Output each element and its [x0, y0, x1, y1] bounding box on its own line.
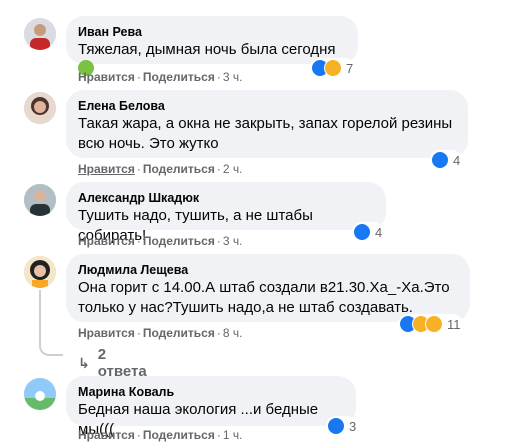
comment-author[interactable]: Александр Шкадюк	[78, 190, 374, 206]
reaction-count: 11	[447, 316, 461, 332]
share-button[interactable]: Поделиться	[143, 234, 215, 248]
comment-actions: Нравится · Поделиться · 1 ч.	[78, 428, 243, 442]
thread-connector	[39, 336, 63, 356]
wow-icon	[425, 315, 443, 333]
timestamp[interactable]: 1 ч.	[223, 428, 243, 442]
comment-bubble: Александр Шкадюк Тушить надо, тушить, а …	[66, 182, 386, 244]
comment-actions: Нравится · Поделиться · 8 ч.	[78, 326, 243, 340]
like-icon	[327, 417, 345, 435]
like-button[interactable]: Нравится	[78, 234, 135, 248]
comment-bubble: Марина Коваль Бедная наша экология ...и …	[66, 376, 356, 438]
like-icon	[353, 223, 371, 241]
view-replies-link[interactable]: ↳ 2 ответа	[78, 346, 147, 380]
avatar[interactable]	[24, 256, 56, 288]
share-button[interactable]: Поделиться	[143, 162, 215, 176]
like-button[interactable]: Нравится	[78, 326, 135, 340]
comment-author[interactable]: Иван Рева	[78, 24, 346, 40]
comment-text: Такая жара, а окна не закрыть, запах гор…	[78, 115, 453, 152]
reaction-count: 4	[375, 224, 383, 240]
like-button[interactable]: Нравится	[78, 428, 135, 442]
sad-icon	[324, 59, 342, 77]
reaction-count: 3	[349, 418, 357, 434]
comment-actions: Нравится · Поделиться · 3 ч.	[78, 70, 243, 84]
share-button[interactable]: Поделиться	[143, 70, 215, 84]
reaction-summary[interactable]: 11	[398, 314, 463, 334]
like-button[interactable]: Нравится	[78, 162, 135, 176]
share-button[interactable]: Поделиться	[143, 326, 215, 340]
timestamp[interactable]: 8 ч.	[223, 326, 243, 340]
reaction-summary[interactable]: 4	[352, 222, 385, 242]
share-button[interactable]: Поделиться	[143, 428, 215, 442]
reaction-count: 4	[453, 152, 461, 168]
comment-bubble: Елена Белова Такая жара, а окна не закры…	[66, 90, 468, 158]
comment-author[interactable]: Людмила Лещева	[78, 262, 458, 278]
reply-arrow-icon: ↳	[78, 354, 90, 371]
avatar[interactable]	[24, 378, 56, 410]
like-icon	[431, 151, 449, 169]
timestamp[interactable]: 3 ч.	[223, 70, 243, 84]
comment-text: Она горит с 14.00.А штаб создали в21.30.…	[78, 279, 450, 316]
avatar[interactable]	[24, 184, 56, 216]
reaction-count: 7	[346, 60, 354, 76]
replies-label: 2 ответа	[97, 346, 147, 380]
comment-bubble: Людмила Лещева Она горит с 14.00.А штаб …	[66, 254, 470, 322]
comment-actions: Нравится · Поделиться · 3 ч.	[78, 234, 243, 248]
timestamp[interactable]: 2 ч.	[223, 162, 243, 176]
comment-actions: Нравится · Поделиться · 2 ч.	[78, 162, 243, 176]
avatar[interactable]	[24, 18, 56, 50]
comment-bubble: Иван Рева Тяжелая, дымная ночь была сего…	[66, 16, 358, 76]
reaction-summary[interactable]: 4	[430, 150, 463, 170]
avatar[interactable]	[24, 92, 56, 124]
comment-author[interactable]: Марина Коваль	[78, 384, 344, 400]
reaction-summary[interactable]: 3	[326, 416, 359, 436]
timestamp[interactable]: 3 ч.	[223, 234, 243, 248]
thread-line	[39, 290, 41, 338]
comment-author[interactable]: Елена Белова	[78, 98, 456, 114]
reaction-summary[interactable]: 7	[310, 58, 356, 78]
like-button[interactable]: Нравится	[78, 70, 135, 84]
